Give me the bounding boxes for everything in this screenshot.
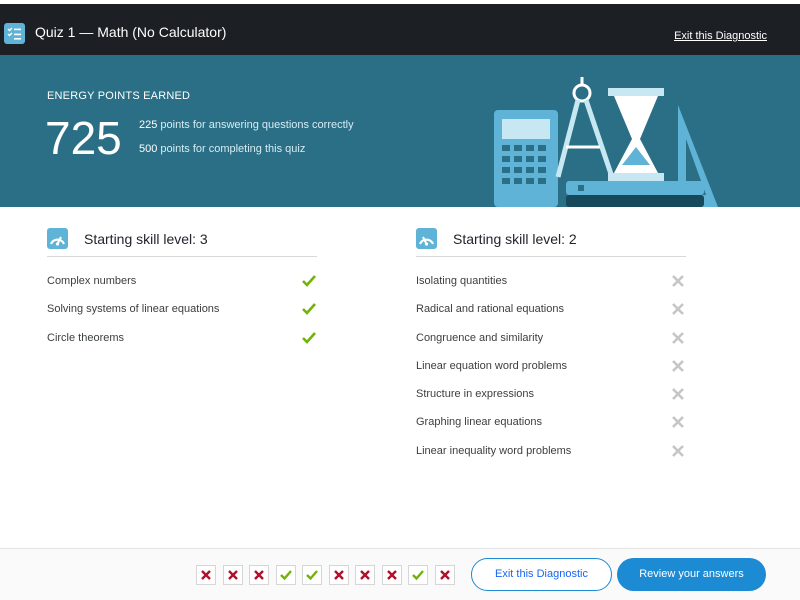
answer-results — [196, 565, 461, 585]
list-item: Solving systems of linear equations — [47, 301, 317, 329]
checklist-icon — [4, 23, 25, 44]
check-icon — [279, 570, 292, 581]
answer-correct-box — [408, 565, 428, 585]
points-value: 225 — [139, 119, 158, 131]
check-icon — [302, 331, 316, 344]
exit-diagnostic-link[interactable]: Exit this Diagnostic — [674, 30, 767, 42]
x-mark-icon — [672, 303, 684, 316]
skill-name: Structure in expressions — [416, 388, 534, 401]
check-icon — [306, 570, 318, 581]
x-mark-icon — [386, 570, 397, 580]
list-item: Congruence and similarity — [416, 330, 686, 358]
x-mark-icon — [672, 275, 684, 287]
skill-name: Complex numbers — [47, 275, 137, 287]
gauge-icon — [47, 228, 68, 249]
list-item: Complex numbers — [47, 273, 317, 301]
x-mark-icon — [672, 416, 684, 429]
list-item: Radical and rational equations — [416, 301, 686, 329]
gauge-icon — [416, 228, 437, 249]
answer-correct-box — [302, 565, 322, 585]
x-mark-icon — [672, 388, 684, 401]
list-item: Circle theorems — [47, 330, 317, 358]
skill-name: Congruence and similarity — [416, 331, 544, 344]
math-tools-illustration — [494, 77, 718, 207]
skill-level-title: Starting skill level: 2 — [453, 231, 577, 247]
skill-group-header: Starting skill level: 3 — [47, 226, 317, 257]
x-mark-icon — [227, 570, 238, 580]
list-item: Linear inequality word problems — [416, 443, 686, 471]
skill-name: Isolating quantities — [416, 275, 508, 287]
x-mark-icon — [333, 570, 344, 580]
answer-incorrect-box — [196, 565, 216, 585]
x-mark-icon — [254, 570, 264, 580]
answer-incorrect-box — [328, 565, 349, 585]
energy-points-total: 725 — [45, 112, 122, 164]
check-icon — [302, 275, 316, 287]
skill-group-level-3: Starting skill level: 3 Complex numbers … — [47, 226, 317, 358]
answer-incorrect-box — [381, 565, 402, 585]
skill-list: Complex numbers Solving systems of linea… — [47, 273, 317, 358]
x-mark-icon — [201, 570, 211, 580]
answer-incorrect-box — [434, 565, 455, 585]
x-mark-icon — [360, 570, 370, 580]
points-text: points for completing this quiz — [157, 143, 306, 155]
x-mark-icon — [672, 359, 684, 372]
skill-group-level-2: Starting skill level: 2 Isolating quanti… — [416, 226, 686, 471]
skill-group-header: Starting skill level: 2 — [416, 226, 686, 257]
points-text: points for answering questions correctly — [157, 119, 354, 131]
skill-name: Radical and rational equations — [416, 303, 564, 316]
points-value: 500 — [139, 143, 158, 155]
x-mark-icon — [672, 331, 684, 344]
quiz-title: Quiz 1 — Math (No Calculator) — [35, 24, 227, 40]
skill-list: Isolating quantities Radical and rationa… — [416, 273, 686, 471]
energy-points-banner: ENERGY POINTS EARNED 725 225 points for … — [0, 55, 800, 207]
answer-incorrect-box — [222, 565, 243, 585]
list-item: Structure in expressions — [416, 386, 686, 414]
list-item: Graphing linear equations — [416, 414, 686, 442]
energy-points-label: ENERGY POINTS EARNED — [47, 90, 191, 102]
footer-bar: Exit this Diagnostic Review your answers — [0, 548, 800, 600]
skill-level-title: Starting skill level: 3 — [84, 231, 208, 247]
review-answers-button[interactable]: Review your answers — [617, 558, 766, 591]
answer-correct-box — [275, 565, 296, 585]
header-bar: Quiz 1 — Math (No Calculator) Exit this … — [0, 4, 800, 55]
points-breakdown-line: 225 points for answering questions corre… — [139, 119, 354, 131]
x-mark-icon — [672, 444, 684, 457]
points-breakdown-line: 500 points for completing this quiz — [139, 143, 305, 155]
skill-name: Graphing linear equations — [416, 416, 542, 429]
answer-incorrect-box — [249, 565, 269, 585]
skill-name: Linear inequality word problems — [416, 444, 572, 457]
answer-incorrect-box — [355, 565, 375, 585]
exit-diagnostic-button[interactable]: Exit this Diagnostic — [471, 558, 612, 591]
skill-name: Linear equation word problems — [416, 359, 568, 372]
skill-name: Circle theorems — [47, 331, 125, 344]
x-mark-icon — [439, 570, 450, 580]
check-icon — [302, 303, 316, 316]
list-item: Isolating quantities — [416, 273, 686, 301]
skill-name: Solving systems of linear equations — [47, 303, 220, 316]
check-icon — [412, 570, 424, 581]
list-item: Linear equation word problems — [416, 358, 686, 386]
